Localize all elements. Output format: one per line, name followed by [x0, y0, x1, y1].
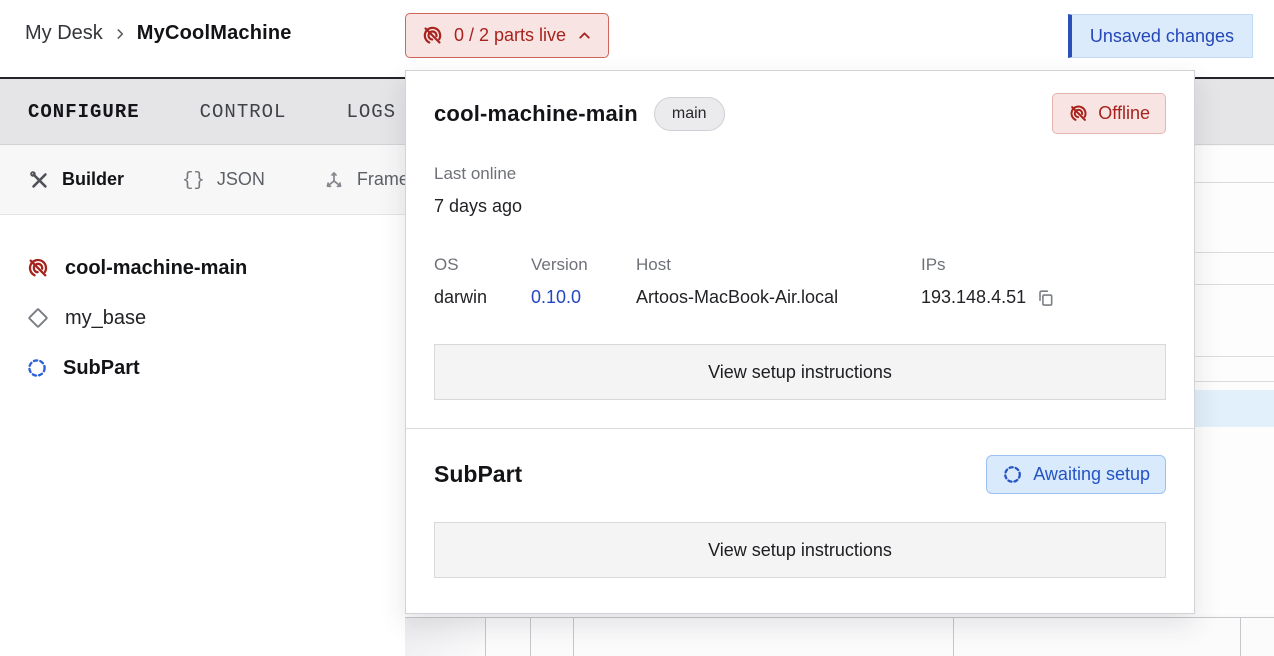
dashed-circle-icon	[1002, 464, 1023, 485]
tab-control[interactable]: CONTROL	[200, 101, 287, 123]
tools-icon	[28, 169, 50, 191]
background-table-fragment	[405, 614, 1274, 656]
parts-live-label: 0 / 2 parts live	[454, 25, 566, 46]
chevron-right-icon	[113, 27, 127, 41]
sub-part-name: SubPart	[434, 461, 522, 488]
main-part-section: cool-machine-main main Offline Last onli…	[406, 71, 1194, 428]
breadcrumb-current: MyCoolMachine	[137, 22, 292, 45]
axes-icon	[323, 169, 345, 191]
main-part-name: cool-machine-main	[434, 101, 638, 127]
sub-part-section: SubPart Awaiting setup View setup instru…	[406, 428, 1194, 613]
list-item-label: SubPart	[63, 357, 140, 380]
last-online-value: 7 days ago	[434, 196, 1166, 217]
parts-status-dropdown: cool-machine-main main Offline Last onli…	[405, 70, 1195, 614]
highlighted-row-fragment	[1195, 390, 1274, 427]
awaiting-setup-badge[interactable]: Awaiting setup	[986, 455, 1166, 494]
mode-json[interactable]: {} JSON	[182, 169, 265, 191]
offline-wifi-icon	[1068, 103, 1089, 124]
os-value: darwin	[434, 287, 531, 308]
unsaved-changes-label: Unsaved changes	[1090, 26, 1234, 47]
top-header: My Desk MyCoolMachine 0 / 2 parts live U…	[0, 0, 1274, 77]
version-value-link[interactable]: 0.10.0	[531, 287, 636, 308]
chevron-up-icon	[576, 27, 593, 44]
breadcrumb-parent[interactable]: My Desk	[25, 22, 103, 45]
list-item-subpart[interactable]: SubPart	[0, 343, 404, 393]
list-item-label: cool-machine-main	[65, 257, 247, 280]
ips-label: IPs	[921, 255, 1055, 275]
list-item-main-part[interactable]: cool-machine-main	[0, 243, 404, 293]
diamond-icon	[26, 306, 50, 330]
unsaved-changes-badge: Unsaved changes	[1068, 14, 1253, 58]
dashed-circle-icon	[26, 357, 48, 379]
ips-value: 193.148.4.51	[921, 287, 1026, 308]
list-item-label: my_base	[65, 307, 146, 330]
background-config-rows	[1195, 146, 1274, 656]
host-label: Host	[636, 255, 921, 275]
mode-builder[interactable]: Builder	[28, 169, 124, 191]
os-label: OS	[434, 255, 531, 275]
offline-status-label: Offline	[1098, 103, 1150, 124]
copy-icon[interactable]	[1035, 288, 1055, 308]
host-value: Artoos-MacBook-Air.local	[636, 287, 921, 308]
mode-builder-label: Builder	[62, 169, 124, 190]
main-tag-pill: main	[654, 97, 725, 131]
parts-live-status-badge[interactable]: 0 / 2 parts live	[405, 13, 609, 58]
sub-part-setup-instructions-button[interactable]: View setup instructions	[434, 522, 1166, 578]
tab-logs[interactable]: LOGS	[346, 101, 396, 123]
braces-icon: {}	[182, 169, 205, 191]
list-item-my-base[interactable]: my_base	[0, 293, 404, 343]
breadcrumb: My Desk MyCoolMachine	[25, 22, 292, 45]
machine-parts-list: cool-machine-main my_base SubPart	[0, 215, 404, 393]
mode-json-label: JSON	[217, 169, 265, 190]
offline-status-badge: Offline	[1052, 93, 1166, 134]
mode-frame[interactable]: Frame	[323, 169, 409, 191]
offline-wifi-icon	[26, 256, 50, 280]
tab-configure[interactable]: CONFIGURE	[28, 101, 140, 123]
part-info-table: OS darwin Version 0.10.0 Host Artoos-Mac…	[434, 255, 1166, 308]
last-online-label: Last online	[434, 164, 1166, 184]
version-label: Version	[531, 255, 636, 275]
awaiting-setup-label: Awaiting setup	[1033, 464, 1150, 485]
offline-wifi-icon	[421, 24, 444, 47]
mode-frame-label: Frame	[357, 169, 409, 190]
main-part-setup-instructions-button[interactable]: View setup instructions	[434, 344, 1166, 400]
